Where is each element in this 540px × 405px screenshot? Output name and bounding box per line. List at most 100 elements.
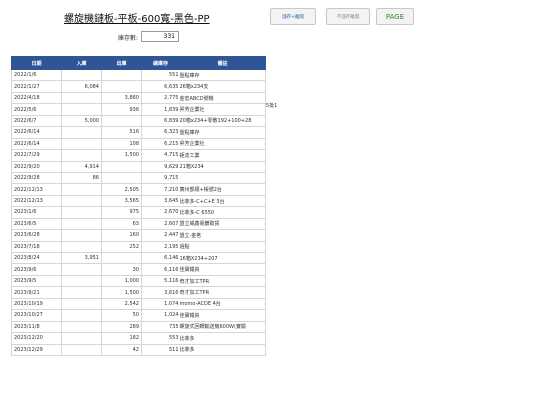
cell-date: 2023/10/27 [11,309,62,322]
cell-in [61,240,102,254]
cell-in [61,320,102,334]
cell-date: 2023/8/24 [11,251,62,265]
cell-in [61,68,102,82]
cell-note: momo-ACDE 4台 [179,297,266,311]
cell-out: 182 [101,332,142,345]
cell-note: 佳寶鐵資 [179,309,266,322]
column-header-out: 出庫 [101,56,142,70]
cell-date: 2023/6/28 [11,229,62,242]
cell-in: 86 [61,171,102,185]
cell-date: 2022/12/13 [11,194,62,208]
table-row[interactable]: 2022/12/13 3,565 3,645 比菲多-C+C+E 3台 [11,194,266,208]
inventory-ledger-table: 日期 入庫 出庫 總庫存 備註 2022/1/6 551 盤點庫存 2022/1/27… [11,56,266,356]
cell-date: 2023/9/21 [11,286,62,299]
page-title: 螺旋機鏈板-平板-600寬-黑色-PP [64,14,210,25]
cell-balance: 511 [141,343,180,356]
cell-date: 2022/1/6 [11,68,62,82]
cell-out [101,68,142,82]
table-row[interactable]: 2022/6/14 516 6,323 盤點庫存 [11,126,266,139]
save-and-exit-button[interactable]: 儲存+離開 [270,8,316,25]
cell-balance: 5,116 [141,274,180,288]
cell-note [179,171,266,185]
cell-balance: 6,215 [141,137,180,151]
cell-note: 比菲多 [179,332,266,345]
cell-date: 2023/12/20 [11,332,62,345]
cell-in [61,297,102,311]
cell-note: 過點 [179,240,266,254]
cell-date: 2023/10/19 [11,297,62,311]
cell-out: 1,500 [101,149,142,162]
table-row[interactable]: 2023/7/18 252 2,195 過點 [11,240,266,254]
table-row[interactable]: 2023/6/28 160 2,447 盟立-金茗 [11,229,266,242]
cell-balance: 1,024 [141,309,180,322]
cell-out: 108 [101,137,142,151]
cell-in [61,206,102,219]
cell-out: 289 [101,320,142,334]
column-header-in: 入庫 [61,56,102,70]
cell-date: 2022/9/20 [11,160,62,173]
cell-date: 2022/4/18 [11,91,62,105]
table-row[interactable]: 2023/9/6 30 6,116 佳寶鐵資 [11,263,266,276]
table-row[interactable]: 2022/6/7 5,000 6,839 20箱x234+零散192+100+28 [11,114,266,128]
cell-out: 160 [101,229,142,242]
cell-balance: 2,447 [141,229,180,242]
table-row[interactable]: 2023/10/27 50 1,024 佳寶鐵資 [11,309,266,322]
cell-in: 4,914 [61,160,102,173]
table-row[interactable]: 2023/9/5 1,000 5,116 奇才加工TPR [11,274,266,288]
cell-in: 3,951 [61,251,102,265]
table-row[interactable]: 2023/12/29 42 511 比菲多 [11,343,266,356]
table-row[interactable]: 2023/11/8 289 735 螺旋式回轉輸送機600W(實驗 [11,320,266,334]
cell-note: 金宏ABCD號機 [179,91,266,105]
cell-date: 2022/7/29 [11,149,62,162]
cell-out: 50 [101,309,142,322]
cell-balance: 6,323 [141,126,180,139]
table-row[interactable]: 2022/4/18 3,860 2,775 金宏ABCD號機 [11,91,266,105]
table-row[interactable]: 2022/12/13 2,505 7,210 廣州部順+帳號2台 [11,183,266,196]
cell-out: 63 [101,217,142,231]
table-row[interactable]: 2023/10/19 2,542 1,074 momo-ACDE 4台 [11,297,266,311]
cell-date: 2023/6/5 [11,217,62,231]
table-row[interactable]: 2023/9/21 1,500 3,616 奇才加工TPR [11,286,266,299]
cell-note: 昇芳企業社 [179,137,266,151]
table-row[interactable]: 2023/8/24 3,951 6,146 16箱X234+207 [11,251,266,265]
cell-in [61,149,102,162]
table-row[interactable]: 2022/1/6 551 盤點庫存 [11,68,266,82]
table-row[interactable]: 2022/9/20 4,914 9,629 21箱X234 [11,160,266,173]
cell-note: 奇才加工TPR [179,274,266,288]
table-row[interactable]: 2023/12/20 182 553 比菲多 [11,332,266,345]
cell-out: 1,000 [101,274,142,288]
page-button[interactable]: PAGE [376,8,414,25]
cell-out: 42 [101,343,142,356]
table-row[interactable]: 2022/6/14 108 6,215 昇芳企業社 [11,137,266,151]
cell-in [61,217,102,231]
cell-note: 盟立-金茗 [179,229,266,242]
cell-date: 2022/5/6 [11,103,62,116]
table-row[interactable]: 2022/1/27 6,084 6,635 26箱x234支 [11,80,266,93]
cell-out: 1,500 [101,286,142,299]
cell-out [101,251,142,265]
cell-in [61,194,102,208]
cell-note: 廣州部順+帳號2台 [179,183,266,196]
cell-note: 鉅達工業 [179,149,266,162]
cell-out: 2,505 [101,183,142,196]
table-row[interactable]: 2023/6/5 63 2,607 盟立威鑫電鍍取貨 [11,217,266,231]
cell-out [101,171,142,185]
cell-date: 2022/6/7 [11,114,62,128]
cell-note: 盤點庫存 [179,126,266,139]
cell-balance: 6,116 [141,263,180,276]
stock-quantity-input[interactable] [141,31,179,42]
cell-in [61,332,102,345]
cell-balance: 7,210 [141,183,180,196]
exit-without-save-button[interactable]: 不儲存離開 [326,8,370,25]
cell-balance: 3,645 [141,194,180,208]
table-row[interactable]: 2022/5/6 936 1,839 昇芳企業社 [11,103,266,116]
table-row[interactable]: 2022/7/29 1,500 4,715 鉅達工業 [11,149,266,162]
cell-in: 5,000 [61,114,102,128]
cell-out: 936 [101,103,142,116]
ledger-body: 2022/1/6 551 盤點庫存 2022/1/27 6,084 6,635 26箱x23… [11,68,266,356]
cell-note: 盤點庫存 [179,68,266,82]
cell-note: 比菲多-C 6550 [179,206,266,219]
cell-out: 516 [101,126,142,139]
table-row[interactable]: 2022/9/28 86 9,715 [11,171,266,185]
table-row[interactable]: 2023/1/6 975 2,670 比菲多-C 6550 [11,206,266,219]
